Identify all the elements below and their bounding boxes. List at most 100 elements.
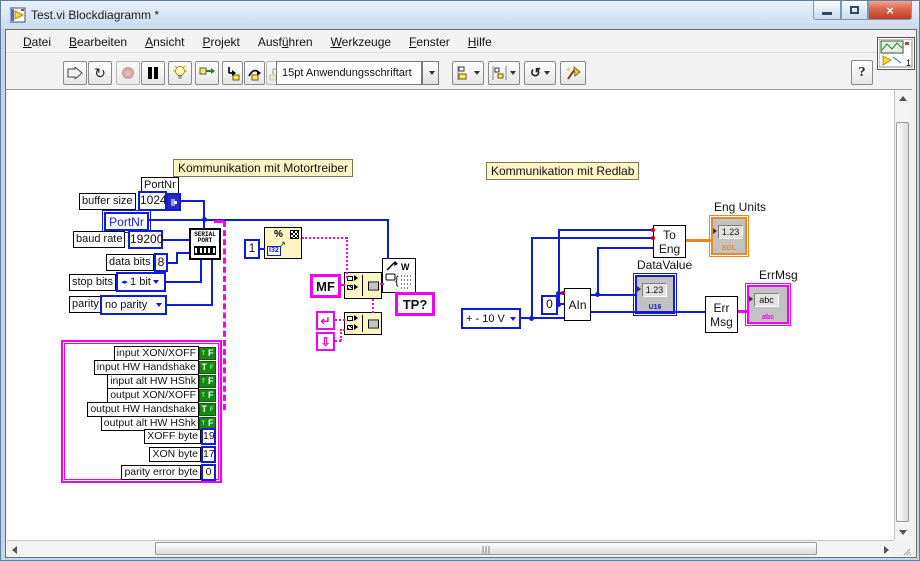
- resize-grip[interactable]: [894, 540, 914, 557]
- tp-string-constant[interactable]: TP?: [395, 292, 435, 316]
- wire-stopbits: [166, 281, 202, 283]
- pause-button[interactable]: [141, 61, 165, 85]
- parity-label: parity: [69, 296, 102, 313]
- vi-icon-graphic: 1: [878, 38, 913, 68]
- window-title: Test.vi Blockdiagramm *: [31, 8, 160, 22]
- menu-werkzeuge[interactable]: Werkzeuge: [322, 33, 400, 51]
- wire-errmsg-out: [738, 310, 747, 313]
- wire-buffer: [181, 200, 205, 202]
- string-output-icon: [368, 281, 379, 290]
- cluster-row-label: XON byte: [149, 447, 201, 462]
- parity-ring[interactable]: no parity: [100, 295, 167, 315]
- cluster-boolean-constant[interactable]: TF: [199, 389, 216, 402]
- stop-bits-label: stop bits: [69, 274, 116, 291]
- maximize-button[interactable]: [841, 1, 868, 20]
- distribute-objects-icon: [492, 66, 507, 80]
- wire-buffer-drop: [203, 200, 205, 229]
- close-button[interactable]: ×: [868, 1, 912, 20]
- cluster-numeric-constant[interactable]: 19: [201, 428, 216, 445]
- menu-hilfe[interactable]: Hilfe: [459, 33, 501, 51]
- menu-ansicht[interactable]: Ansicht: [136, 33, 193, 51]
- retain-wire-values-button[interactable]: [195, 61, 219, 85]
- serial-port-write-node[interactable]: W {: [382, 258, 416, 293]
- align-objects-button[interactable]: [452, 61, 484, 85]
- voltage-range-ring[interactable]: + - 10 V: [461, 308, 521, 329]
- title-bar[interactable]: Test.vi Blockdiagramm * ×: [1, 1, 919, 29]
- wire-zero-to-toeng: [558, 229, 653, 231]
- carriage-return-constant[interactable]: ↵: [316, 311, 335, 330]
- cleanup-diagram-button[interactable]: [560, 61, 586, 85]
- free-label-redlab[interactable]: Kommunikation mit Redlab: [486, 162, 640, 180]
- minimize-button[interactable]: [813, 1, 841, 20]
- cluster-numeric-constant[interactable]: 0: [201, 464, 216, 481]
- wire-ain-to-errmsg: [591, 311, 705, 313]
- errmsg-indicator[interactable]: abc abc: [745, 283, 791, 326]
- highlight-execution-button[interactable]: [168, 61, 192, 85]
- to-eng-node[interactable]: To Eng: [653, 225, 686, 258]
- font-selector-dropdown[interactable]: [422, 61, 439, 85]
- cluster-boolean-constant[interactable]: TF: [199, 375, 216, 388]
- ain-node[interactable]: AIn: [564, 288, 591, 321]
- menu-datei[interactable]: Datei: [14, 33, 60, 51]
- broom-icon: [566, 65, 581, 80]
- cluster-row: output HW Handshake T F: [87, 402, 216, 417]
- line-feed-constant[interactable]: ⇩: [316, 332, 335, 351]
- context-help-button[interactable]: ?: [851, 60, 873, 85]
- baud-rate-constant[interactable]: 19200: [128, 230, 163, 249]
- data-bits-constant[interactable]: 8: [154, 253, 168, 272]
- number-to-string-node[interactable]: % ↗ I32: [264, 227, 302, 259]
- buffer-size-constant[interactable]: 1024: [138, 191, 167, 211]
- eng-units-indicator[interactable]: 1.23 SGL: [709, 215, 749, 257]
- vi-icon-thumbnail[interactable]: 1: [877, 37, 915, 70]
- distribute-objects-button[interactable]: [488, 61, 520, 85]
- abort-button[interactable]: [116, 61, 140, 85]
- thumb-grip: [482, 546, 490, 554]
- err-msg-node[interactable]: Err Msg: [705, 296, 738, 333]
- horizontal-scrollbar[interactable]: [7, 540, 894, 557]
- chevron-down-icon: [474, 71, 480, 75]
- run-continuous-button[interactable]: ↻: [88, 61, 112, 85]
- scroll-left-icon[interactable]: [12, 546, 17, 554]
- wire-range-to-toeng: [531, 237, 653, 239]
- wire-toeng-out: [686, 239, 711, 242]
- portnr-control-terminal[interactable]: PortNr: [102, 210, 151, 233]
- reorder-icon: ↺: [530, 65, 541, 80]
- step-into-icon: [228, 66, 240, 80]
- help-icon: ?: [858, 64, 866, 80]
- scroll-up-icon[interactable]: [899, 96, 907, 101]
- vertical-scroll-thumb[interactable]: [896, 122, 909, 522]
- baud-rate-label: baud rate: [73, 231, 126, 248]
- block-diagram-canvas[interactable]: Kommunikation mit Motortreiber Kommunika…: [7, 90, 894, 540]
- free-label-motortreiber[interactable]: Kommunikation mit Motortreiber: [173, 159, 354, 177]
- wire-range: [520, 317, 564, 319]
- vertical-scrollbar[interactable]: [894, 90, 910, 540]
- stop-bits-ring[interactable]: ◂▸ 1 bit: [116, 272, 166, 292]
- reorder-objects-button[interactable]: ↺: [524, 61, 556, 85]
- buffer-size-node-icon[interactable]: [166, 193, 181, 211]
- menu-bearbeiten[interactable]: Bearbeiten: [60, 33, 136, 51]
- serial-port-init-node[interactable]: SERIAL PORT: [189, 228, 221, 260]
- cluster-boolean-constant[interactable]: TF: [199, 403, 216, 416]
- run-button[interactable]: [63, 61, 87, 85]
- datavalue-indicator[interactable]: 1.23 U16: [633, 273, 677, 316]
- font-selector[interactable]: 15pt Anwendungsschriftart: [276, 61, 422, 85]
- scroll-right-icon[interactable]: [884, 546, 889, 554]
- concatenate-strings-node-2[interactable]: [344, 312, 382, 335]
- scroll-down-icon[interactable]: [899, 530, 907, 535]
- chevron-down-icon: [510, 316, 516, 321]
- cluster-boolean-constant[interactable]: TF: [199, 347, 216, 360]
- step-over-button[interactable]: [244, 61, 265, 85]
- mf-string-constant[interactable]: MF: [310, 274, 341, 298]
- flow-control-cluster[interactable]: input XON/XOFF T Finput HW Handshake T Finpu…: [61, 340, 222, 483]
- step-into-button[interactable]: [222, 61, 243, 85]
- svg-text:{: {: [395, 275, 399, 287]
- menu-ausfuehren[interactable]: Ausführen: [249, 33, 322, 51]
- horizontal-scroll-thumb[interactable]: [155, 542, 817, 555]
- menu-fenster[interactable]: Fenster: [400, 33, 459, 51]
- cluster-boolean-constant[interactable]: TF: [199, 361, 216, 374]
- menu-projekt[interactable]: Projekt: [193, 33, 248, 51]
- one-constant[interactable]: 1: [244, 239, 260, 259]
- cluster-numeric-constant[interactable]: 17: [201, 446, 216, 463]
- cluster-row-label: input alt HW HShk: [107, 374, 199, 389]
- concatenate-strings-node-1[interactable]: [344, 272, 382, 299]
